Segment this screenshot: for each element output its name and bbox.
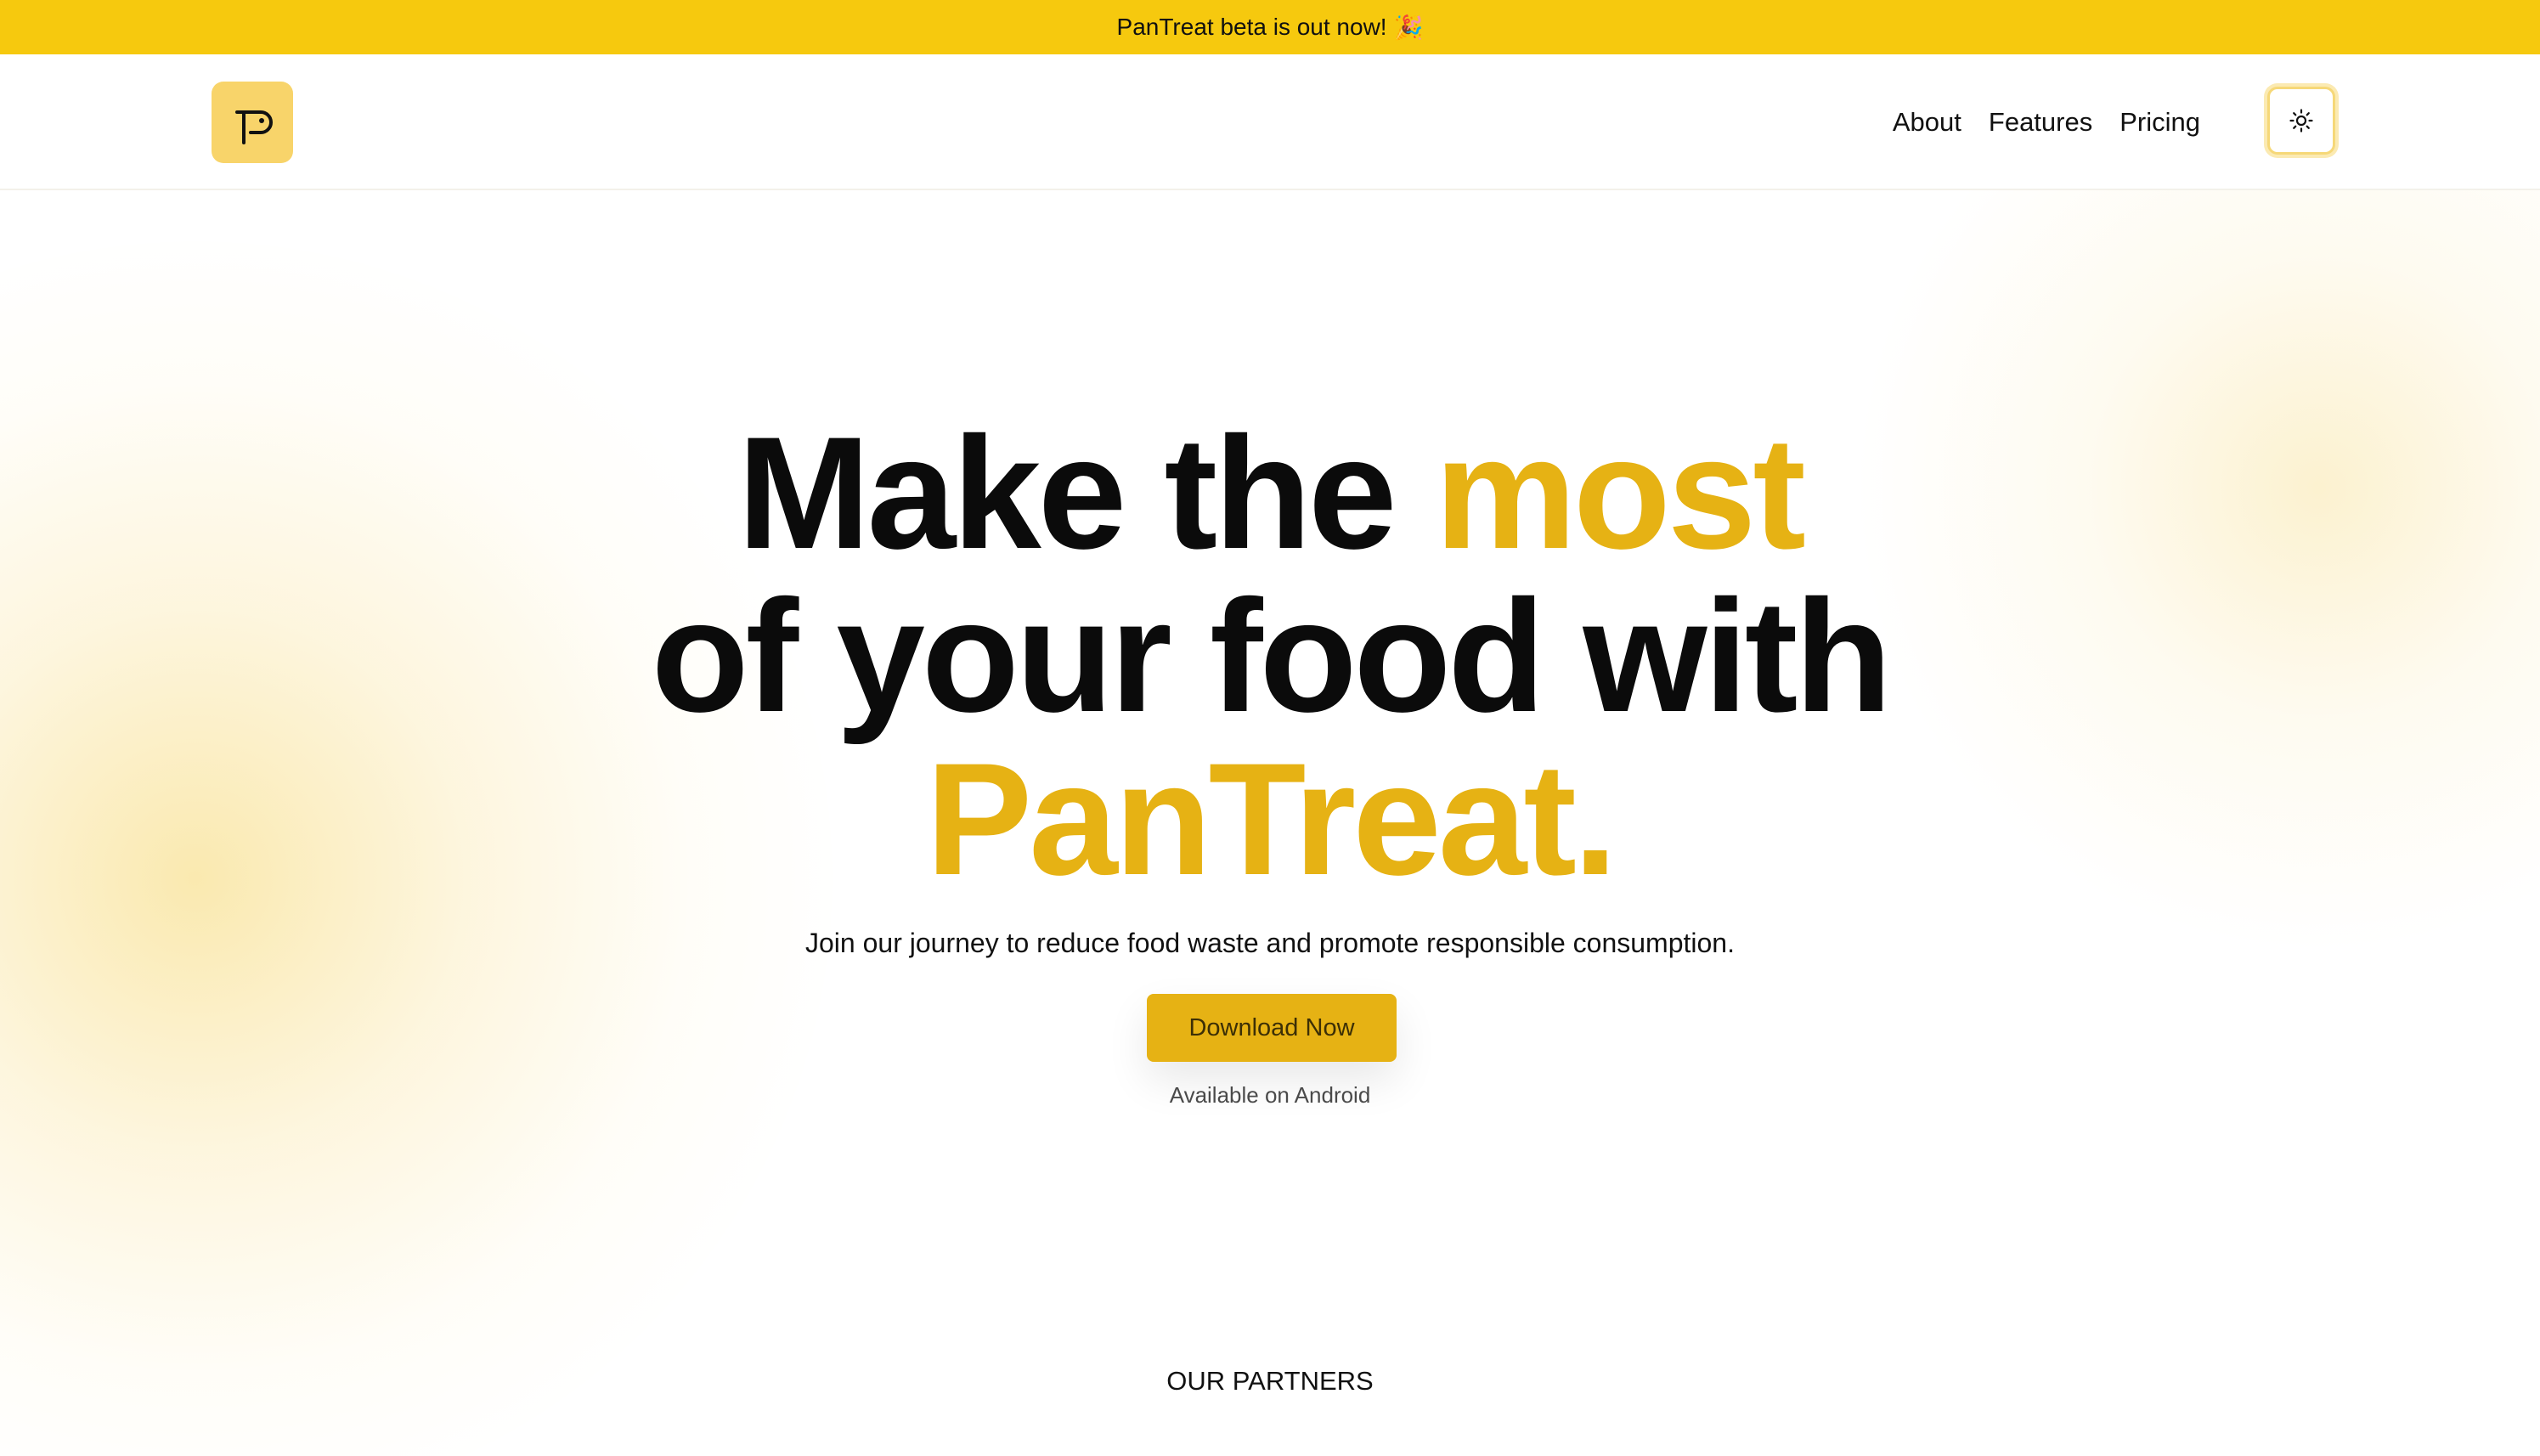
announcement-banner: PanTreat beta is out now! 🎉 bbox=[0, 0, 2540, 54]
hero-headline: Make the most of your food with PanTreat… bbox=[0, 411, 2540, 900]
hero-section: Make the most of your food with PanTreat… bbox=[0, 190, 2540, 1456]
nav-link-features[interactable]: Features bbox=[1989, 107, 2092, 138]
partners-heading: OUR PARTNERS bbox=[1166, 1366, 1374, 1396]
sun-icon bbox=[2289, 109, 2313, 133]
headline-accent-brand: PanTreat. bbox=[925, 730, 1617, 908]
navbar: About Features Pricing bbox=[0, 54, 2540, 190]
theme-toggle-button[interactable] bbox=[2267, 87, 2335, 155]
nav-link-pricing[interactable]: Pricing bbox=[2119, 107, 2200, 138]
nav-link-about[interactable]: About bbox=[1893, 107, 1961, 138]
headline-text-2: of your food with bbox=[651, 567, 1893, 745]
announcement-text: PanTreat beta is out now! bbox=[1116, 14, 1387, 40]
nav-links: About Features Pricing bbox=[1893, 54, 2200, 190]
availability-note: Available on Android bbox=[1169, 1082, 1371, 1108]
download-now-button[interactable]: Download Now bbox=[1147, 994, 1397, 1062]
headline-accent-most: most bbox=[1434, 404, 1806, 582]
pantreat-logo[interactable] bbox=[212, 82, 293, 163]
party-popper-icon: 🎉 bbox=[1393, 14, 1424, 41]
pantreat-logo-icon bbox=[235, 110, 273, 144]
hero-subtitle: Join our journey to reduce food waste an… bbox=[805, 928, 1735, 958]
headline-text-1: Make the bbox=[737, 404, 1435, 582]
